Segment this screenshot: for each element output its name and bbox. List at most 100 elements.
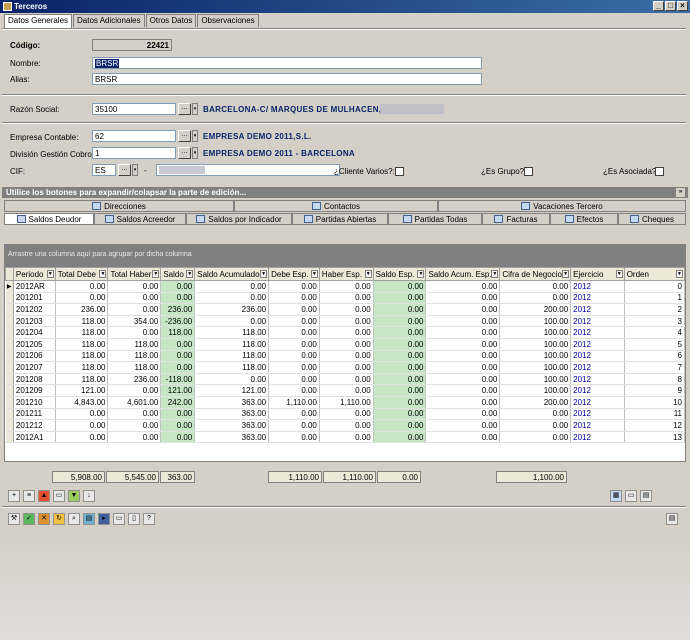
table-row[interactable]: 201205 118.00 118.00 0.00 118.00 0.00 0.00 0.00…	[5, 338, 685, 351]
grid-cell[interactable]: 0.00	[373, 396, 427, 409]
grid-cell[interactable]: 0.00	[268, 431, 320, 444]
grid-cell[interactable]: 2012	[570, 396, 625, 409]
grid-cell[interactable]: 236.00	[160, 303, 196, 316]
grid-cell[interactable]: 0.00	[319, 326, 374, 339]
grid-cell[interactable]: 363.00	[194, 408, 270, 421]
grid-cell[interactable]: 4,601.00	[107, 396, 162, 409]
grid-cell[interactable]: 0.00	[107, 326, 162, 339]
grid-cell[interactable]: 0.00	[425, 338, 501, 351]
grid-cell[interactable]: 201212	[13, 419, 56, 432]
grid-cell[interactable]: 0.00	[107, 280, 162, 293]
grid-cell[interactable]: 1,110.00	[268, 396, 320, 409]
grid-cell[interactable]: 2012AR	[13, 280, 56, 293]
grid-cell[interactable]: 201205	[13, 338, 56, 351]
grid-cell[interactable]: 363.00	[194, 396, 270, 409]
cif-lookup-button[interactable]: ...	[118, 164, 131, 176]
grid-cell[interactable]: 236.00	[107, 373, 162, 386]
razon-social-lookup-button[interactable]: ...	[178, 103, 191, 115]
grid-cell[interactable]: 0.00	[373, 315, 427, 328]
close-button[interactable]: ×	[677, 1, 688, 11]
grid-cell[interactable]: 0.00	[319, 315, 374, 328]
grid-cell[interactable]: 0.00	[160, 408, 196, 421]
cif-number-field[interactable]	[156, 164, 340, 176]
grid-cell[interactable]: 0.00	[268, 280, 320, 293]
grid-cell[interactable]: 2012	[570, 338, 625, 351]
grid-cell[interactable]: 121.00	[55, 384, 109, 397]
cancel-icon[interactable]: ✕	[38, 513, 50, 525]
grid-cell[interactable]: 0.00	[160, 361, 196, 374]
grid-cell[interactable]: 200.00	[499, 396, 572, 409]
grid-cell[interactable]: 0.00	[373, 373, 427, 386]
grid-cell[interactable]: 0.00	[319, 303, 374, 316]
grid-cell[interactable]: 236.00	[55, 303, 109, 316]
grid-cell[interactable]: 13	[624, 431, 685, 444]
col-saldo-esp[interactable]: Saldo Esp. ▼	[372, 267, 427, 281]
grid-cell[interactable]: 242.00	[160, 396, 196, 409]
grid-cell[interactable]: 118.00	[55, 350, 109, 363]
grid-cell[interactable]: 0.00	[268, 408, 320, 421]
grid-cell[interactable]: 0.00	[268, 326, 320, 339]
grid-cell[interactable]: -236.00	[160, 315, 196, 328]
grid-cell[interactable]: 2012	[570, 419, 625, 432]
copy-icon[interactable]: ▭	[53, 490, 65, 502]
row-indicator[interactable]	[5, 338, 14, 351]
table-row[interactable]: 201206 118.00 118.00 0.00 118.00 0.00 0.00 0.00…	[5, 350, 685, 363]
grid-cell[interactable]: 0.00	[319, 338, 374, 351]
expand-collapse-header[interactable]: Utilice los botones para expandir/colaps…	[2, 187, 688, 198]
grid-cell[interactable]: 201201	[13, 292, 56, 305]
grid-cell[interactable]: 0.00	[107, 292, 162, 305]
row-indicator[interactable]	[5, 419, 14, 432]
grid-cell[interactable]: 0.00	[373, 303, 427, 316]
export-icon[interactable]: ▦	[610, 490, 622, 502]
col-debe-esp[interactable]: Debe Esp. ▼	[268, 267, 320, 281]
grid-cell[interactable]: 1	[624, 292, 685, 305]
grid-cell[interactable]: 0.00	[107, 408, 162, 421]
saldos-grid[interactable]: Periodo ▼ Total Debe ▼ Total Haber ▼ Saldo ▼…	[4, 266, 686, 462]
row-indicator[interactable]	[5, 350, 14, 363]
grid-cell[interactable]: 0.00	[194, 373, 270, 386]
grid-cell[interactable]: 0.00	[373, 408, 427, 421]
grid-cell[interactable]: 0.00	[55, 408, 109, 421]
layout-icon[interactable]: ▤	[640, 490, 652, 502]
table-row[interactable]: 201202 236.00 0.00 236.00 236.00 0.00 0.00 0.00…	[5, 303, 685, 316]
grid-cell[interactable]: 0.00	[425, 361, 501, 374]
col-total-debe[interactable]: Total Debe ▼	[54, 267, 109, 281]
grid-cell[interactable]: 0.00	[107, 419, 162, 432]
delete-row-icon[interactable]: ▲	[38, 490, 50, 502]
filter-icon[interactable]: ▼	[68, 490, 80, 502]
grid-cell[interactable]: 0.00	[107, 303, 162, 316]
grid-cell[interactable]: 2012	[570, 431, 625, 444]
grid-cell[interactable]: 201203	[13, 315, 56, 328]
view-icon[interactable]: ▤	[666, 513, 678, 525]
grid-cell[interactable]: 118.00	[194, 326, 270, 339]
cif-dropdown-icon[interactable]: ▾	[132, 164, 138, 176]
documents-icon[interactable]: ▭	[113, 513, 125, 525]
grid-cell[interactable]: 0.00	[425, 396, 501, 409]
table-row[interactable]: 201201 0.00 0.00 0.00 0.00 0.00 0.00 0.00 0.00 0.…	[5, 292, 685, 305]
tab-saldos-acreedor[interactable]: Saldos Acreedor	[94, 213, 186, 225]
grid-cell[interactable]: 0.00	[319, 373, 374, 386]
grid-cell[interactable]: 363.00	[194, 419, 270, 432]
grid-cell[interactable]: 2012	[570, 303, 625, 316]
col-haber-esp[interactable]: Haber Esp. ▼	[318, 267, 374, 281]
grid-cell[interactable]: 0.00	[268, 361, 320, 374]
row-indicator[interactable]	[5, 373, 14, 386]
grid-cell[interactable]: 0.00	[55, 292, 109, 305]
grid-cell[interactable]: 201211	[13, 408, 56, 421]
grid-cell[interactable]: 100.00	[499, 373, 572, 386]
col-saldo[interactable]: Saldo ▼	[160, 267, 196, 281]
grid-cell[interactable]: 118.00	[55, 361, 109, 374]
row-indicator[interactable]	[5, 431, 14, 444]
grid-cell[interactable]: 0.00	[268, 303, 320, 316]
grid-cell[interactable]: 2012	[570, 373, 625, 386]
grid-cell[interactable]: 10	[624, 396, 685, 409]
find-icon[interactable]: ⌕	[68, 513, 80, 525]
grid-cell[interactable]: 0.00	[107, 384, 162, 397]
grid-cell[interactable]: 0.00	[499, 292, 572, 305]
row-indicator[interactable]	[5, 408, 14, 421]
refresh-icon[interactable]: ↻	[53, 513, 65, 525]
grid-cell[interactable]: 201204	[13, 326, 56, 339]
help-icon[interactable]: ?	[143, 513, 155, 525]
row-indicator[interactable]	[5, 361, 14, 374]
grid-cell[interactable]: 0.00	[373, 419, 427, 432]
